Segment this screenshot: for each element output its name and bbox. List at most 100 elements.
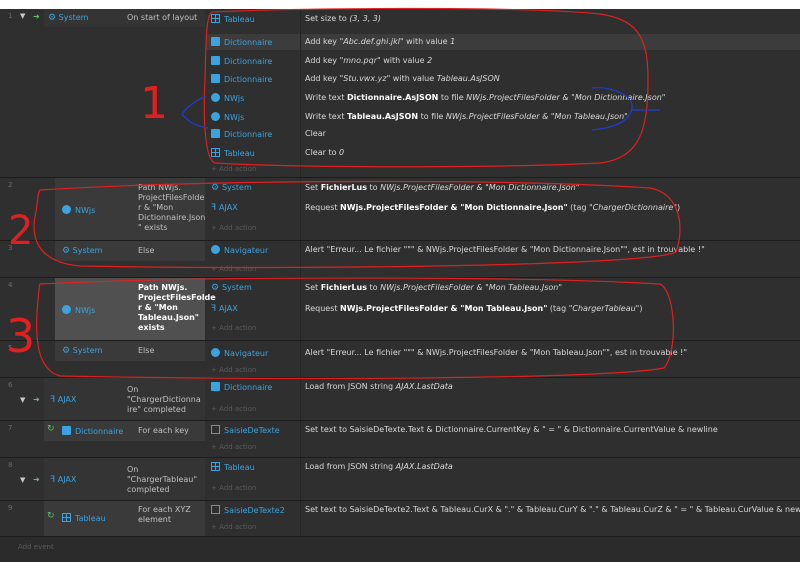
action-object[interactable]: ꟻ AJAX	[211, 203, 238, 213]
ajax-icon: ꟻ	[50, 475, 56, 485]
condition-object[interactable]: NWjs	[62, 305, 95, 315]
action-text[interactable]: Set FichierLus to NWjs.ProjectFilesFolde…	[305, 183, 579, 192]
trigger-arrow-icon: ➜	[33, 475, 40, 484]
action-text[interactable]: Write text Tableau.AsJSON to file NWjs.P…	[305, 112, 628, 121]
condition-object[interactable]: ⚙ System	[62, 246, 102, 256]
condition-text: Path NWjs. ProjectFilesFolde r & "Mon Di…	[138, 183, 206, 232]
action-text[interactable]: Load from JSON string AJAX.LastData	[305, 462, 453, 471]
action-separator	[300, 341, 301, 377]
nwjs-icon	[211, 112, 220, 121]
condition-text: Else	[138, 246, 155, 255]
action-separator	[300, 178, 301, 240]
condition-text: For each key	[138, 426, 189, 435]
add-action-link[interactable]: + Add action	[211, 523, 256, 531]
add-action-link[interactable]: + Add action	[211, 366, 256, 374]
action-text[interactable]: Add key "Abc.def.ghi.jkl" with value 1	[305, 37, 455, 46]
add-action-link[interactable]: + Add action	[211, 265, 256, 273]
event-number: 1	[8, 12, 13, 20]
action-separator	[300, 278, 301, 340]
action-text[interactable]: Set text to SaisieDeTexte2.Text & Tablea…	[305, 505, 800, 514]
action-text[interactable]: Add key "Stu.vwx.yz" with value Tableau.…	[305, 74, 500, 83]
gear-icon: ⚙	[211, 283, 222, 293]
textbox-icon	[211, 425, 220, 434]
selected-action-highlight	[206, 34, 800, 50]
condition-object[interactable]: NWjs	[62, 205, 95, 215]
event-5[interactable]: 5 ⚙ System Else	[0, 341, 800, 378]
action-object[interactable]: Dictionnaire	[211, 129, 272, 139]
dictionary-icon	[211, 129, 220, 138]
action-text[interactable]: Set size to (3, 3, 3)	[305, 14, 381, 23]
action-text[interactable]: Set text to SaisieDeTexte.Text & Diction…	[305, 425, 718, 434]
condition-text: On "ChargerDictionna ire" completed	[127, 385, 201, 414]
action-object[interactable]: Dictionnaire	[211, 56, 272, 66]
add-event-link[interactable]: Add event	[18, 543, 54, 551]
action-text[interactable]: Set FichierLus to NWjs.ProjectFilesFolde…	[305, 283, 562, 292]
collapse-arrow-icon[interactable]: ▼	[20, 396, 25, 404]
trigger-arrow-icon: ➜	[33, 12, 40, 21]
action-object[interactable]: SaisieDeTexte2	[211, 505, 285, 515]
action-object[interactable]: ⚙ System	[211, 283, 252, 293]
array-icon	[211, 462, 220, 471]
action-object[interactable]: Tableau	[211, 14, 255, 24]
dictionary-icon	[62, 426, 71, 435]
event-number: 3	[8, 244, 13, 252]
event-number: 8	[8, 461, 13, 469]
browser-icon	[211, 245, 220, 254]
collapse-arrow-icon[interactable]: ▼	[20, 12, 25, 20]
condition-text: On start of layout	[127, 13, 198, 22]
action-object[interactable]: Dictionnaire	[211, 37, 272, 47]
action-object[interactable]: Tableau	[211, 462, 255, 472]
action-object[interactable]: ⚙ System	[211, 183, 252, 193]
collapse-arrow-icon[interactable]: ▼	[20, 476, 25, 484]
ajax-icon: ꟻ	[211, 203, 220, 213]
top-strip	[0, 0, 800, 9]
action-object[interactable]: NWjs	[211, 112, 244, 122]
action-object[interactable]: Dictionnaire	[211, 382, 272, 392]
textbox-icon	[211, 505, 220, 514]
dictionary-icon	[211, 74, 220, 83]
action-text[interactable]: Load from JSON string AJAX.LastData	[305, 382, 453, 391]
event-number: 2	[8, 181, 13, 189]
condition-object[interactable]: ⚙ System	[48, 13, 88, 23]
event-number: 4	[8, 281, 13, 289]
add-action-link[interactable]: + Add action	[211, 443, 256, 451]
action-text[interactable]: Alert "Erreur... Le fichier """ & NWjs.P…	[305, 348, 687, 357]
add-action-link[interactable]: + Add action	[211, 405, 256, 413]
action-text[interactable]: Clear to 0	[305, 148, 344, 157]
nwjs-icon	[62, 205, 71, 214]
action-object[interactable]: Navigateur	[211, 348, 268, 358]
add-action-link[interactable]: + Add action	[211, 224, 256, 232]
action-text[interactable]: Request NWjs.ProjectFilesFolder & "Mon T…	[305, 304, 642, 313]
condition-object[interactable]: Dictionnaire	[62, 426, 123, 436]
action-text[interactable]: Write text Dictionnaire.AsJSON to file N…	[305, 93, 665, 102]
action-object[interactable]: Navigateur	[211, 245, 268, 255]
action-object[interactable]: SaisieDeTexte	[211, 425, 280, 435]
add-action-link[interactable]: + Add action	[211, 484, 256, 492]
action-text[interactable]: Add key "mno.pqr" with value 2	[305, 56, 432, 65]
action-separator	[300, 378, 301, 420]
condition-object[interactable]: ⚙ System	[62, 346, 102, 356]
loop-icon: ↻	[47, 424, 55, 434]
array-icon	[211, 148, 220, 157]
condition-object[interactable]: ꟻ AJAX	[50, 395, 76, 405]
action-object[interactable]: NWjs	[211, 93, 244, 103]
action-text[interactable]: Clear	[305, 129, 326, 138]
dictionary-icon	[211, 56, 220, 65]
condition-text: Path NWjs. ProjectFilesFolde r & "Mon Ta…	[138, 283, 216, 332]
action-separator	[300, 501, 301, 536]
event-number: 7	[8, 424, 13, 432]
action-object[interactable]: ꟻ AJAX	[211, 304, 238, 314]
event-number: 5	[8, 344, 13, 352]
condition-object[interactable]: Tableau	[62, 513, 106, 523]
gear-icon: ⚙	[62, 246, 71, 256]
condition-object[interactable]: ꟻ AJAX	[50, 475, 76, 485]
action-separator	[300, 9, 301, 177]
action-object[interactable]: Tableau	[211, 148, 255, 158]
action-text[interactable]: Request NWjs.ProjectFilesFolder & "Mon D…	[305, 203, 680, 212]
action-text[interactable]: Alert "Erreur... Le fichier """ & NWjs.P…	[305, 245, 705, 254]
gear-icon: ⚙	[48, 13, 57, 23]
add-action-link[interactable]: + Add action	[211, 165, 256, 173]
add-action-link[interactable]: + Add action	[211, 324, 256, 332]
array-icon	[62, 513, 71, 522]
action-object[interactable]: Dictionnaire	[211, 74, 272, 84]
